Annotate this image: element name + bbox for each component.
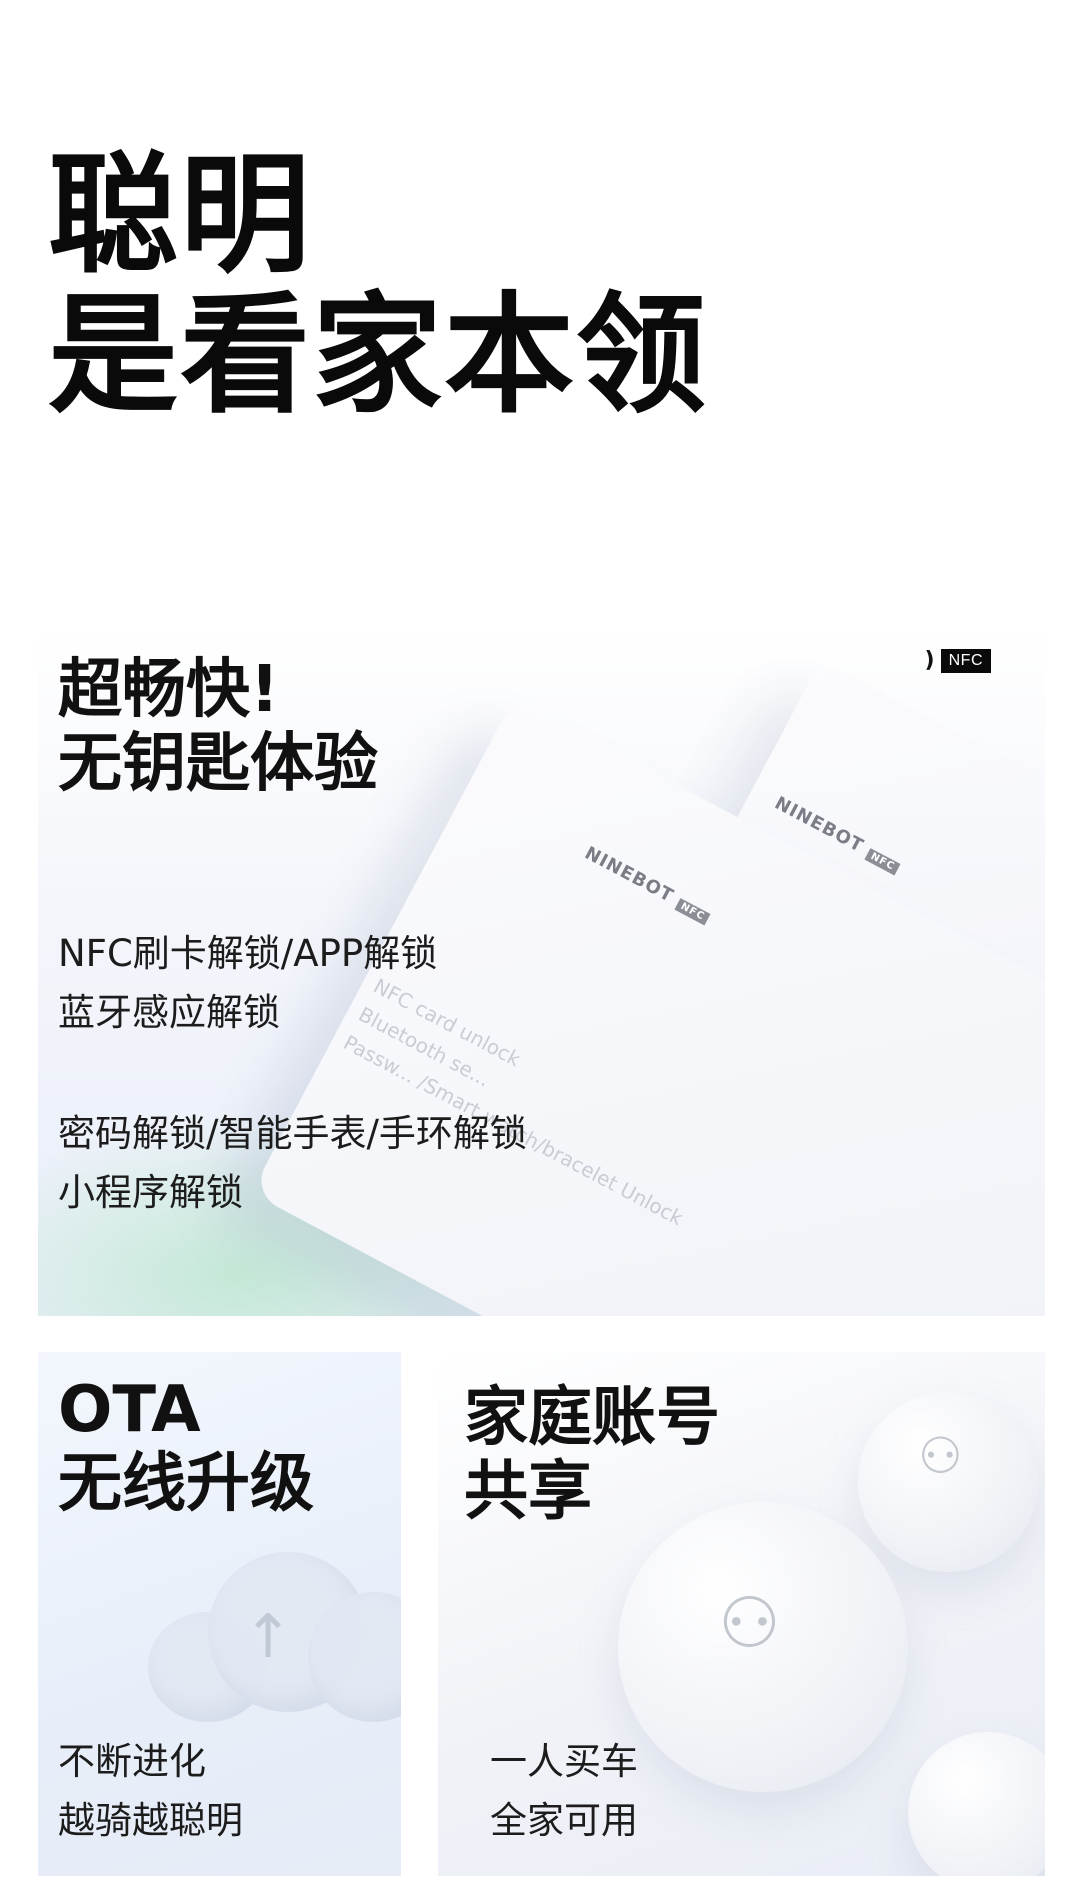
person-bubble-large: ⚇ [618, 1502, 908, 1792]
ota-desc: 不断进化 越骑越聪明 [58, 1740, 243, 1843]
ota-feature-card: ↑ OTA 无线升级 不断进化 越骑越聪明 [38, 1352, 401, 1876]
nfc-wave-icon: ) [924, 648, 935, 673]
person-bubble-small: ⚇ [858, 1392, 1038, 1572]
keyless-desc-group-2: 密码解锁/智能手表/手环解锁 小程序解锁 [58, 1112, 527, 1215]
cloud-upload-icon: ↑ [148, 1532, 401, 1722]
ota-title: OTA 无线升级 [58, 1373, 314, 1521]
hero-heading: 聪明 是看家本领 [48, 150, 708, 420]
hero-line-1: 聪明 [48, 139, 313, 291]
hero-line-2: 是看家本领 [48, 279, 709, 431]
family-desc: 一人买车 全家可用 [490, 1740, 638, 1843]
keyless-feature-card: NINEBOTNFC NINEBOTNFC NFC card unlock Bl… [38, 624, 1045, 1316]
family-sharing-card: ⚇ ⚇ 家庭账号 共享 一人买车 全家可用 [438, 1352, 1045, 1876]
person-icon: ⚇ [718, 1582, 781, 1664]
nfc-badge-label: NFC [940, 648, 991, 673]
person-bubble-bottom [908, 1732, 1045, 1876]
keyless-desc-group-1: NFC刷卡解锁/APP解锁 蓝牙感应解锁 [58, 932, 438, 1035]
nfc-badge: ) NFC [925, 648, 991, 673]
keyless-title: 超畅快! 无钥匙体验 [58, 653, 378, 801]
person-icon: ⚇ [918, 1427, 963, 1485]
family-title: 家庭账号 共享 [464, 1381, 720, 1529]
